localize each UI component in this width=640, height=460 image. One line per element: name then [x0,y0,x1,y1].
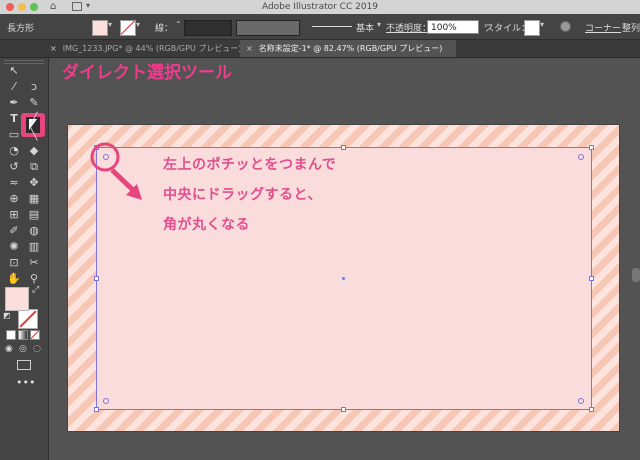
color-mode-button[interactable] [6,330,16,340]
eraser-tool-icon[interactable]: ◆ [26,144,42,158]
pen-tool-icon[interactable]: ✒ [6,96,22,110]
stroke-color-box[interactable] [18,309,38,329]
object-type-label: 長方形 [7,24,35,34]
recolor-artwork-icon[interactable] [560,21,571,32]
no-stroke-icon [121,21,135,35]
draw-inside-icon[interactable]: ◌ [33,344,41,354]
opacity-field[interactable]: 100% [427,20,479,34]
paintbrush-tool-icon[interactable]: ╲ [26,128,42,142]
no-stroke-icon [19,310,37,328]
stroke-stepper-icon[interactable]: ⌃ [175,20,182,29]
handle-middle-left[interactable] [94,276,99,281]
tool-callout-label: ダイレクト選択ツール [62,63,232,83]
center-point [342,277,345,280]
style-dropdown-icon[interactable]: ▾ [540,20,544,29]
stroke-dropdown-icon[interactable]: ▾ [136,20,140,29]
edit-toolbar-icon[interactable]: ••• [16,376,35,389]
corner-widget-bottom-left[interactable] [103,398,109,404]
symbol-sprayer-tool-icon[interactable]: ✺ [6,240,22,254]
close-tab-icon[interactable]: × [246,44,253,53]
scale-tool-icon[interactable]: ⧉ [26,160,42,174]
stroke-label: 線： [155,24,174,34]
window-title: Adobe Illustrator CC 2019 [261,2,379,12]
highlight-circle [90,142,120,172]
lasso-tool-icon[interactable]: ↄ [26,80,42,94]
tools-panel: ↖ ⁄ ↄ ✒ ✎ T ╱ ▭ ╲ ◔ ◆ ↺ ⧉ ≈ ✥ ⊕ ▦ ⊞ ▤ ✐ … [0,58,49,460]
line-tool-icon[interactable]: ╱ [26,112,42,126]
handle-bottom-center[interactable] [341,407,346,412]
fill-swatch[interactable] [92,20,108,36]
zoom-tool-icon[interactable]: ⚲ [26,272,42,286]
column-graph-tool-icon[interactable]: ▥ [26,240,42,254]
stroke-swatch[interactable] [120,20,136,36]
blend-tool-icon[interactable]: ◍ [26,224,42,238]
stroke-profile-dropdown-icon[interactable]: ▾ [377,20,381,29]
variable-width-field[interactable] [236,20,300,36]
handle-middle-right[interactable] [589,276,594,281]
handle-top-center[interactable] [341,145,346,150]
graphic-style-swatch[interactable] [524,20,540,36]
free-transform-tool-icon[interactable]: ✥ [26,176,42,190]
control-bar: 長方形 ▾ ▾ 線： ⌃ 基本 ▾ 不透明度： 100% › スタイル： ▾ コ… [0,14,640,40]
magic-wand-tool-icon[interactable]: ⁄ [6,80,22,94]
tab-untitled-1[interactable]: × 名称未設定-1* @ 82.47% (RGB/GPU プレビュー) [240,40,456,57]
selection-tool-icon[interactable]: ↖ [6,64,22,78]
corner-widget-top-right[interactable] [578,154,584,160]
default-fill-stroke-icon[interactable]: ◩ [3,311,11,320]
artboard-tool-icon[interactable]: ⊡ [6,256,22,270]
screen-mode-icon[interactable] [17,360,31,370]
document-tab-bar: × IMG_1233.JPG* @ 44% (RGB/GPU プレビュー) × 名称… [0,40,640,58]
stroke-profile-label[interactable]: 基本 [356,21,374,34]
fill-dropdown-icon[interactable]: ▾ [108,20,112,29]
handle-top-right[interactable] [589,145,594,150]
shape-builder-tool-icon[interactable]: ⊕ [6,192,22,206]
curvature-tool-icon[interactable]: ✎ [26,96,42,110]
annotation-line-3: 角が丸くなる [163,217,250,233]
handle-bottom-right[interactable] [589,407,594,412]
arrow-shaft [110,168,137,194]
tab-img-1233[interactable]: × IMG_1233.JPG* @ 44% (RGB/GPU プレビュー) [44,40,240,57]
width-tool-icon[interactable]: ≈ [6,176,22,190]
gradient-mode-button[interactable] [18,330,28,340]
rotate-tool-icon[interactable]: ↺ [6,160,22,174]
none-mode-button[interactable] [30,330,40,340]
opacity-label[interactable]: 不透明度： [386,21,431,34]
corner-widget-bottom-right[interactable] [578,398,584,404]
draw-behind-icon[interactable]: ◎ [19,344,27,354]
annotation-line-2: 中央にドラッグすると、 [163,187,322,203]
fill-color-box[interactable] [5,287,29,311]
rectangle-tool-icon[interactable]: ▭ [6,128,22,142]
align-label[interactable]: 整列 [622,21,640,34]
hand-tool-icon[interactable]: ✋ [6,272,22,286]
gradient-tool-icon[interactable]: ▤ [26,208,42,222]
vertical-scrollbar-thumb[interactable] [632,268,640,282]
corner-label[interactable]: コーナー [585,21,621,34]
slice-tool-icon[interactable]: ✂ [26,256,42,270]
perspective-grid-tool-icon[interactable]: ▦ [26,192,42,206]
stroke-weight-field[interactable] [184,20,232,36]
stroke-profile-line [312,26,352,27]
close-tab-icon[interactable]: × [50,44,57,53]
mesh-tool-icon[interactable]: ⊞ [6,208,22,222]
type-tool-icon[interactable]: T [6,112,22,126]
draw-normal-icon[interactable]: ◉ [5,344,13,354]
eyedropper-tool-icon[interactable]: ✐ [6,224,22,238]
shaper-tool-icon[interactable]: ◔ [6,144,22,158]
tab-label: IMG_1233.JPG* @ 44% (RGB/GPU プレビュー) [62,44,240,53]
none-slash-icon [31,331,39,339]
annotation-line-1: 左上のポチッとをつまんで [163,157,337,173]
title-bar: ⌂ ▾ Adobe Illustrator CC 2019 [0,0,640,15]
handle-bottom-left[interactable] [94,407,99,412]
swap-fill-stroke-icon[interactable]: ⤢ [32,285,39,295]
tab-label: 名称未設定-1* @ 82.47% (RGB/GPU プレビュー) [258,44,443,53]
annotation-pointer [90,142,142,200]
